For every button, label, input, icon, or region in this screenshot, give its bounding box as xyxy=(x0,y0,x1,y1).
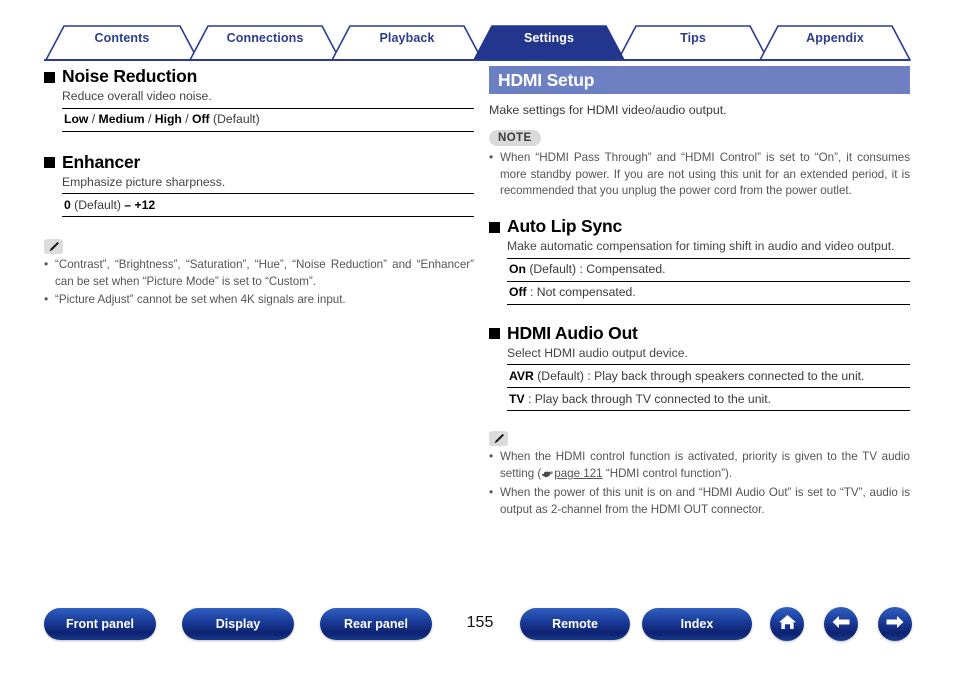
tip-block: “Contrast”, “Brightness”, “Saturation”, … xyxy=(44,239,474,308)
section-enhancer: Enhancer Emphasize picture sharpness. 0 … xyxy=(44,152,474,218)
tip-text-post: “HDMI control function”). xyxy=(602,466,733,480)
section-description: Emphasize picture sharpness. xyxy=(62,174,226,189)
page-title: HDMI Setup xyxy=(498,69,595,90)
footer-button-forward[interactable] xyxy=(878,607,912,641)
tab-bar-rule xyxy=(44,59,910,61)
section-description: Reduce overall video noise. xyxy=(62,89,212,104)
page-number: 155 xyxy=(466,614,494,631)
page-intro-text: Make settings for HDMI video/audio outpu… xyxy=(489,103,727,117)
pencil-icon xyxy=(44,239,63,255)
note-badge: NOTE xyxy=(489,130,541,146)
arrow-left-icon xyxy=(831,614,851,635)
tab-tips[interactable]: Tips xyxy=(636,31,750,45)
footer-button-rear-panel[interactable]: Rear panel xyxy=(320,608,432,640)
option-row: On (Default) : Compensated. xyxy=(507,259,910,282)
left-column: Noise Reduction Reduce overall video noi… xyxy=(44,66,474,310)
option-row: 0 (Default) – +12 xyxy=(62,194,474,218)
option-table: 0 (Default) – +12 xyxy=(62,193,474,218)
section-heading: Enhancer xyxy=(44,152,474,172)
section-auto-lip-sync: Auto Lip Sync Make automatic compensatio… xyxy=(489,216,910,305)
footer-button-back[interactable] xyxy=(824,607,858,641)
section-title: Noise Reduction xyxy=(62,66,198,86)
tab-bar: Contents Connections Playback Settings T… xyxy=(0,22,954,61)
option-row: TV : Play back through TV connected to t… xyxy=(507,388,910,412)
option-row: AVR (Default) : Play back through speake… xyxy=(507,365,910,389)
square-bullet-icon xyxy=(44,71,55,83)
option-key: TV xyxy=(509,391,525,406)
square-bullet-icon xyxy=(489,328,500,340)
section-description: Make automatic compensation for timing s… xyxy=(507,239,895,254)
footer-button-remote[interactable]: Remote xyxy=(520,608,630,640)
tab-contents[interactable]: Contents xyxy=(64,31,180,45)
tip-bullet: When the power of this unit is on and “H… xyxy=(489,484,910,519)
tip-bullet: When the HDMI control function is activa… xyxy=(489,448,910,484)
section-description: Select HDMI audio output device. xyxy=(507,345,688,360)
footer-button-front-panel[interactable]: Front panel xyxy=(44,608,156,640)
option-table: On (Default) : Compensated. Off : Not co… xyxy=(507,257,910,305)
option-row: Low / Medium / High / Off (Default) xyxy=(62,109,474,132)
note-bullet-list: When “HDMI Pass Through” and “HDMI Contr… xyxy=(489,149,910,200)
footer-button-display[interactable]: Display xyxy=(182,608,294,640)
option-value: (Default) : Play back through speakers c… xyxy=(533,368,865,383)
footer-nav: Front panel Display Rear panel 155 Remot… xyxy=(0,607,954,648)
page-link[interactable]: page 121 xyxy=(554,467,602,480)
option-key: Off xyxy=(509,285,527,300)
arrow-right-icon xyxy=(885,614,905,635)
section-heading: HDMI Audio Out xyxy=(489,323,910,343)
tip-block: When the HDMI control function is activa… xyxy=(489,431,910,518)
option-value: : Not compensated. xyxy=(526,285,636,300)
tip-bullet-list: “Contrast”, “Brightness”, “Saturation”, … xyxy=(44,256,474,309)
option-table: Low / Medium / High / Off (Default) xyxy=(62,107,474,132)
option-value: (Default) : Compensated. xyxy=(525,262,666,277)
tip-bullet: “Picture Adjust” cannot be set when 4K s… xyxy=(44,291,474,309)
tab-connections[interactable]: Connections xyxy=(208,31,322,45)
option-row: Off : Not compensated. xyxy=(507,282,910,305)
tip-bullet-list: When the HDMI control function is activa… xyxy=(489,448,910,519)
section-title: Enhancer xyxy=(62,151,141,172)
section-heading: Noise Reduction xyxy=(44,66,474,86)
pointing-hand-icon xyxy=(541,467,553,484)
tab-playback[interactable]: Playback xyxy=(350,31,464,45)
pencil-glyph xyxy=(494,434,504,444)
footer-button-home[interactable] xyxy=(770,607,804,641)
note-block: NOTE When “HDMI Pass Through” and “HDMI … xyxy=(489,128,910,200)
option-table: AVR (Default) : Play back through speake… xyxy=(507,364,910,412)
pencil-glyph xyxy=(49,242,59,252)
note-bullet: When “HDMI Pass Through” and “HDMI Contr… xyxy=(489,149,910,200)
tab-settings[interactable]: Settings xyxy=(492,31,606,45)
square-bullet-icon xyxy=(44,157,55,169)
section-hdmi-audio-out: HDMI Audio Out Select HDMI audio output … xyxy=(489,323,910,412)
option-key: On xyxy=(509,262,526,277)
option-value: : Play back through TV connected to the … xyxy=(524,391,771,406)
right-column: HDMI Setup Make settings for HDMI video/… xyxy=(489,66,910,519)
page-title-bar: HDMI Setup xyxy=(489,66,910,94)
pencil-icon xyxy=(489,431,508,447)
tip-bullet: “Contrast”, “Brightness”, “Saturation”, … xyxy=(44,256,474,291)
option-key: AVR xyxy=(509,368,534,383)
tab-appendix[interactable]: Appendix xyxy=(778,31,892,45)
footer-button-index[interactable]: Index xyxy=(642,608,752,640)
section-noise-reduction: Noise Reduction Reduce overall video noi… xyxy=(44,66,474,132)
section-title: Auto Lip Sync xyxy=(507,216,623,237)
home-icon xyxy=(778,613,797,636)
section-heading: Auto Lip Sync xyxy=(489,216,910,236)
section-title: HDMI Audio Out xyxy=(507,322,638,343)
square-bullet-icon xyxy=(489,221,500,233)
